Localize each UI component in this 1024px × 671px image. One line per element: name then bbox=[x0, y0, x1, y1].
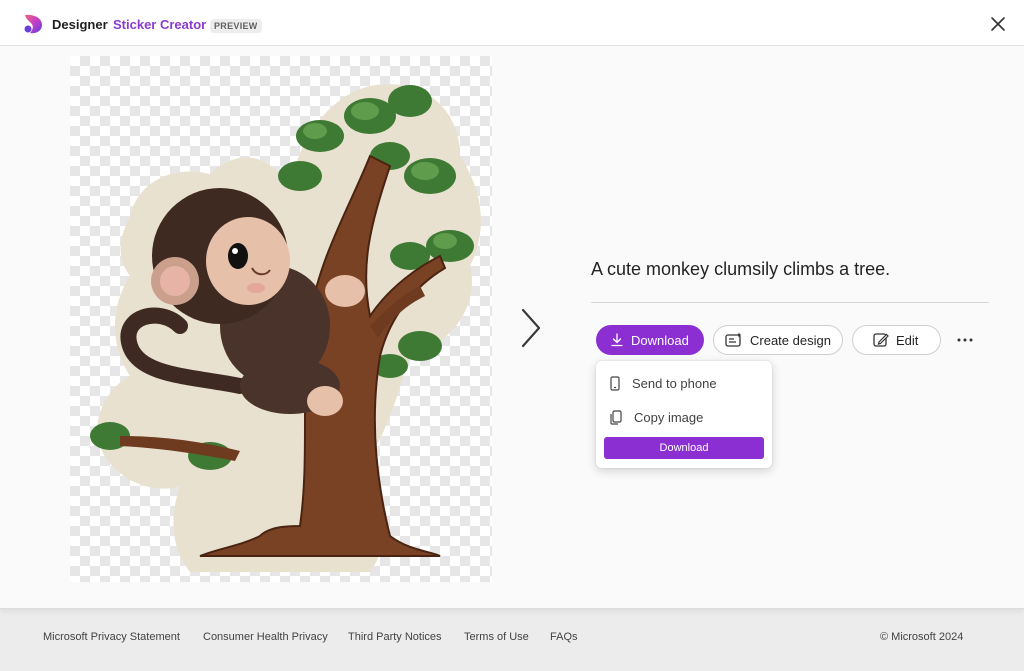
monkey-face bbox=[206, 217, 290, 305]
copy-image-label: Copy image bbox=[634, 409, 704, 425]
menu-item-send-to-phone[interactable]: Send to phone bbox=[596, 368, 772, 398]
designer-logo-icon bbox=[24, 14, 42, 34]
create-design-icon bbox=[725, 332, 742, 347]
download-button-label: Download bbox=[631, 332, 689, 348]
footer-link-faqs[interactable]: FAQs bbox=[550, 631, 578, 643]
sticker-image bbox=[90, 84, 481, 572]
edit-button[interactable]: Edit bbox=[852, 325, 941, 355]
footer-link-health-privacy[interactable]: Consumer Health Privacy bbox=[203, 631, 328, 643]
send-to-phone-label: Send to phone bbox=[632, 375, 717, 391]
footer-link-privacy[interactable]: Microsoft Privacy Statement bbox=[43, 631, 180, 643]
edit-label: Edit bbox=[896, 332, 919, 348]
copy-icon bbox=[610, 409, 622, 425]
edit-icon bbox=[873, 333, 889, 347]
download-button[interactable]: Download bbox=[596, 325, 704, 355]
sticker-modal: Designer Sticker Creator PREVIEW A cute … bbox=[0, 0, 1024, 609]
download-menu: Send to phone Copy image Download bbox=[596, 361, 772, 468]
monkey-cheek bbox=[247, 283, 265, 293]
footer-link-third-party[interactable]: Third Party Notices bbox=[348, 631, 442, 643]
sticker-preview bbox=[70, 56, 492, 582]
create-design-label: Create design bbox=[750, 332, 831, 348]
monkey-eye bbox=[228, 243, 248, 269]
product-name: Sticker Creator bbox=[113, 17, 207, 32]
create-design-button[interactable]: Create design bbox=[713, 325, 843, 355]
phone-icon bbox=[610, 375, 620, 391]
download-icon bbox=[611, 333, 623, 347]
monkey-hand-top bbox=[325, 275, 365, 307]
divider bbox=[591, 302, 989, 303]
chevron-right-icon[interactable] bbox=[515, 306, 545, 350]
preview-badge: PREVIEW bbox=[210, 19, 262, 33]
header: Designer Sticker Creator PREVIEW bbox=[0, 0, 1024, 46]
menu-item-copy-image[interactable]: Copy image bbox=[596, 402, 772, 432]
menu-download-button[interactable]: Download bbox=[604, 437, 764, 459]
close-icon[interactable] bbox=[988, 14, 1008, 34]
footer-link-terms[interactable]: Terms of Use bbox=[464, 631, 529, 643]
brand-name: Designer bbox=[52, 17, 108, 32]
monkey-hand-bottom bbox=[307, 386, 343, 416]
copyright: © Microsoft 2024 bbox=[880, 631, 964, 643]
prompt-text: A cute monkey clumsily climbs a tree. bbox=[591, 259, 891, 279]
more-icon[interactable] bbox=[955, 331, 975, 349]
